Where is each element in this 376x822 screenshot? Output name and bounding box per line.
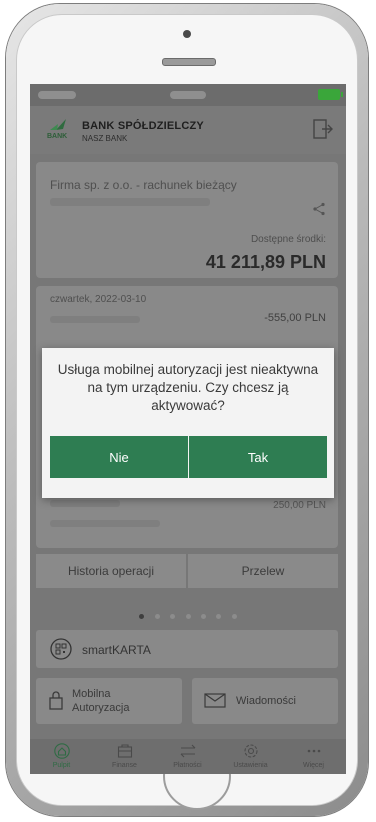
page-dot[interactable] [154,614,160,619]
page-dot[interactable] [170,614,176,619]
bottom-tab-bar: Pulpit Finanse Płatności Ustawienia Więc… [30,739,346,774]
transaction-date: czwartek, 2022-03-10 [50,294,147,305]
history-button[interactable]: Historia operacji [36,554,186,588]
tab-pulpit[interactable]: Pulpit [30,739,93,774]
clock-blurred [170,91,206,99]
smartkarta-label: smartKARTA [82,643,151,657]
page-dot[interactable] [216,614,222,619]
page-indicator [30,606,346,619]
page-dot[interactable] [200,614,206,619]
transfer-arrows-icon [180,744,196,758]
account-balance: 41 211,89 PLN [205,252,326,272]
battery-icon [318,89,343,100]
bank-name: BANK SPÓŁDZIELCZY [82,120,204,132]
tab-finanse[interactable]: Finanse [93,739,156,774]
yes-button[interactable]: Tak [189,436,327,478]
messages-tile[interactable]: Wiadomości [192,678,338,724]
tab-label: Finanse [112,762,137,769]
mobile-auth-label: Mobilna Autoryzacja [72,688,130,714]
envelope-icon [204,693,226,708]
front-camera [183,30,191,38]
wallet-icon [117,744,133,758]
qr-code-icon [50,638,72,660]
bank-logo-icon: BANK [47,119,67,140]
mobile-auth-tile[interactable]: Mobilna Autoryzacja [36,678,182,724]
status-bar [30,84,346,106]
tab-ustawienia[interactable]: Ustawienia [219,739,282,774]
transaction-amount: -555,00 PLN [264,312,326,324]
lock-icon [49,691,63,710]
account-number-blurred [50,198,210,206]
share-icon[interactable] [312,202,326,216]
gear-icon [244,744,258,758]
svg-text:BANK: BANK [47,133,67,140]
transfer-button[interactable]: Przelew [188,554,338,588]
available-funds-label: Dostępne środki: [250,234,326,245]
tab-label: Więcej [302,762,324,769]
tab-label: Płatności [173,762,202,769]
app-header: BANK BANK SPÓŁDZIELCZY NASZ BANK [30,106,346,154]
app-screen: BANK BANK SPÓŁDZIELCZY NASZ BANK Firma s… [30,84,346,774]
dialog-message: Usługa mobilnej autoryzacji jest nieakty… [57,362,319,413]
no-button[interactable]: Nie [50,436,188,478]
earpiece-speaker [162,58,216,66]
messages-label: Wiadomości [236,695,296,707]
transaction-amount-2: 250,00 PLN [273,500,326,511]
home-icon [54,743,70,759]
page-dot-active[interactable] [139,614,145,619]
page-dot[interactable] [185,614,191,619]
smartkarta-button[interactable]: smartKARTA [36,630,338,668]
bank-subtitle: NASZ BANK [82,134,128,143]
tab-platnosci[interactable]: Płatności [156,739,219,774]
transaction-title-blurred [50,316,140,323]
transaction-row-blurred [50,500,120,507]
page-dot[interactable] [231,614,237,619]
account-card[interactable]: Firma sp. z o.o. - rachunek bieżący Dost… [36,162,338,278]
logout-icon[interactable] [312,118,334,140]
tab-label: Ustawienia [233,762,268,769]
tab-wiecej[interactable]: Więcej [282,739,345,774]
card-actions: Historia operacji Przelew [36,554,338,588]
tab-label: Pulpit [52,762,71,769]
carrier-text-blurred [38,91,76,99]
activation-dialog: Usługa mobilnej autoryzacji jest nieakty… [42,348,334,498]
more-icon [307,749,321,753]
transaction-row-blurred [50,520,160,527]
account-name: Firma sp. z o.o. - rachunek bieżący [50,178,237,192]
